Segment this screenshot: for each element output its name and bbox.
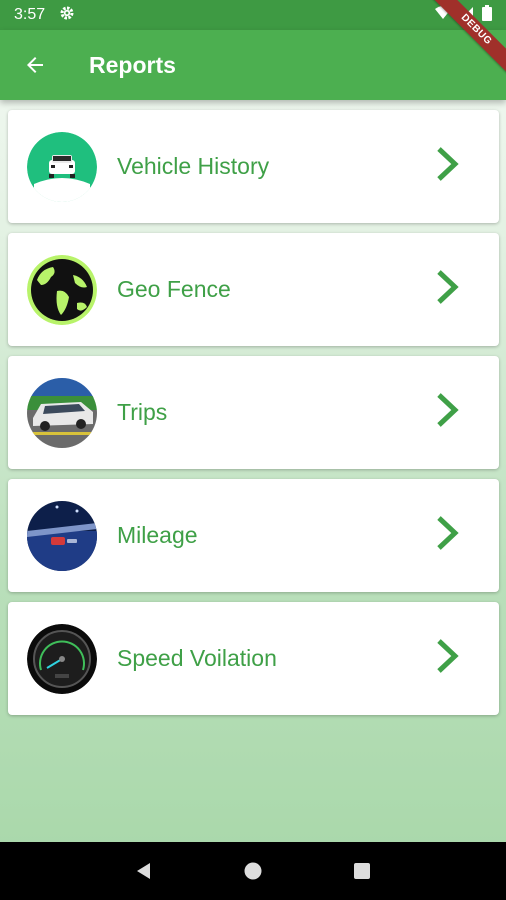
chevron-right-icon (435, 392, 459, 433)
settings-icon (59, 5, 75, 26)
back-button[interactable] (0, 30, 70, 100)
racetrack-icon (27, 500, 97, 571)
speedometer-icon (27, 623, 97, 694)
report-label: Mileage (117, 522, 198, 548)
report-label: Trips (117, 399, 168, 425)
report-card-vehicle-history[interactable]: Vehicle History (8, 110, 499, 223)
nav-home-button[interactable] (238, 856, 268, 886)
report-card-trips[interactable]: Trips (8, 356, 499, 469)
car-front-icon (27, 131, 97, 202)
report-label: Speed Voilation (117, 645, 277, 671)
report-label: Vehicle History (117, 153, 270, 179)
report-label: Geo Fence (117, 276, 231, 302)
chevron-right-icon (435, 269, 459, 310)
chevron-right-icon (435, 638, 459, 679)
status-time: 3:57 (14, 6, 46, 23)
page-title: Reports (89, 51, 176, 78)
report-card-mileage[interactable]: Mileage (8, 479, 499, 592)
battery-icon (482, 4, 492, 26)
reports-list: Vehicle History Geo Fence Trips Mileage … (8, 110, 499, 725)
chevron-right-icon (435, 146, 459, 187)
square-recents-icon (353, 863, 370, 879)
nav-back-button[interactable] (129, 856, 159, 886)
arrow-back-icon (27, 57, 43, 73)
nav-recents-button[interactable] (347, 856, 377, 886)
chevron-right-icon (435, 515, 459, 556)
triangle-back-icon (137, 863, 151, 879)
globe-icon (27, 254, 97, 325)
circle-home-icon (244, 862, 262, 880)
app-bar: Reports (0, 30, 506, 100)
report-card-geo-fence[interactable]: Geo Fence (8, 233, 499, 346)
suv-icon (27, 377, 97, 448)
system-nav-bar (0, 842, 506, 900)
report-card-speed-voilation[interactable]: Speed Voilation (8, 602, 499, 715)
status-bar: 3:57 (0, 0, 506, 30)
